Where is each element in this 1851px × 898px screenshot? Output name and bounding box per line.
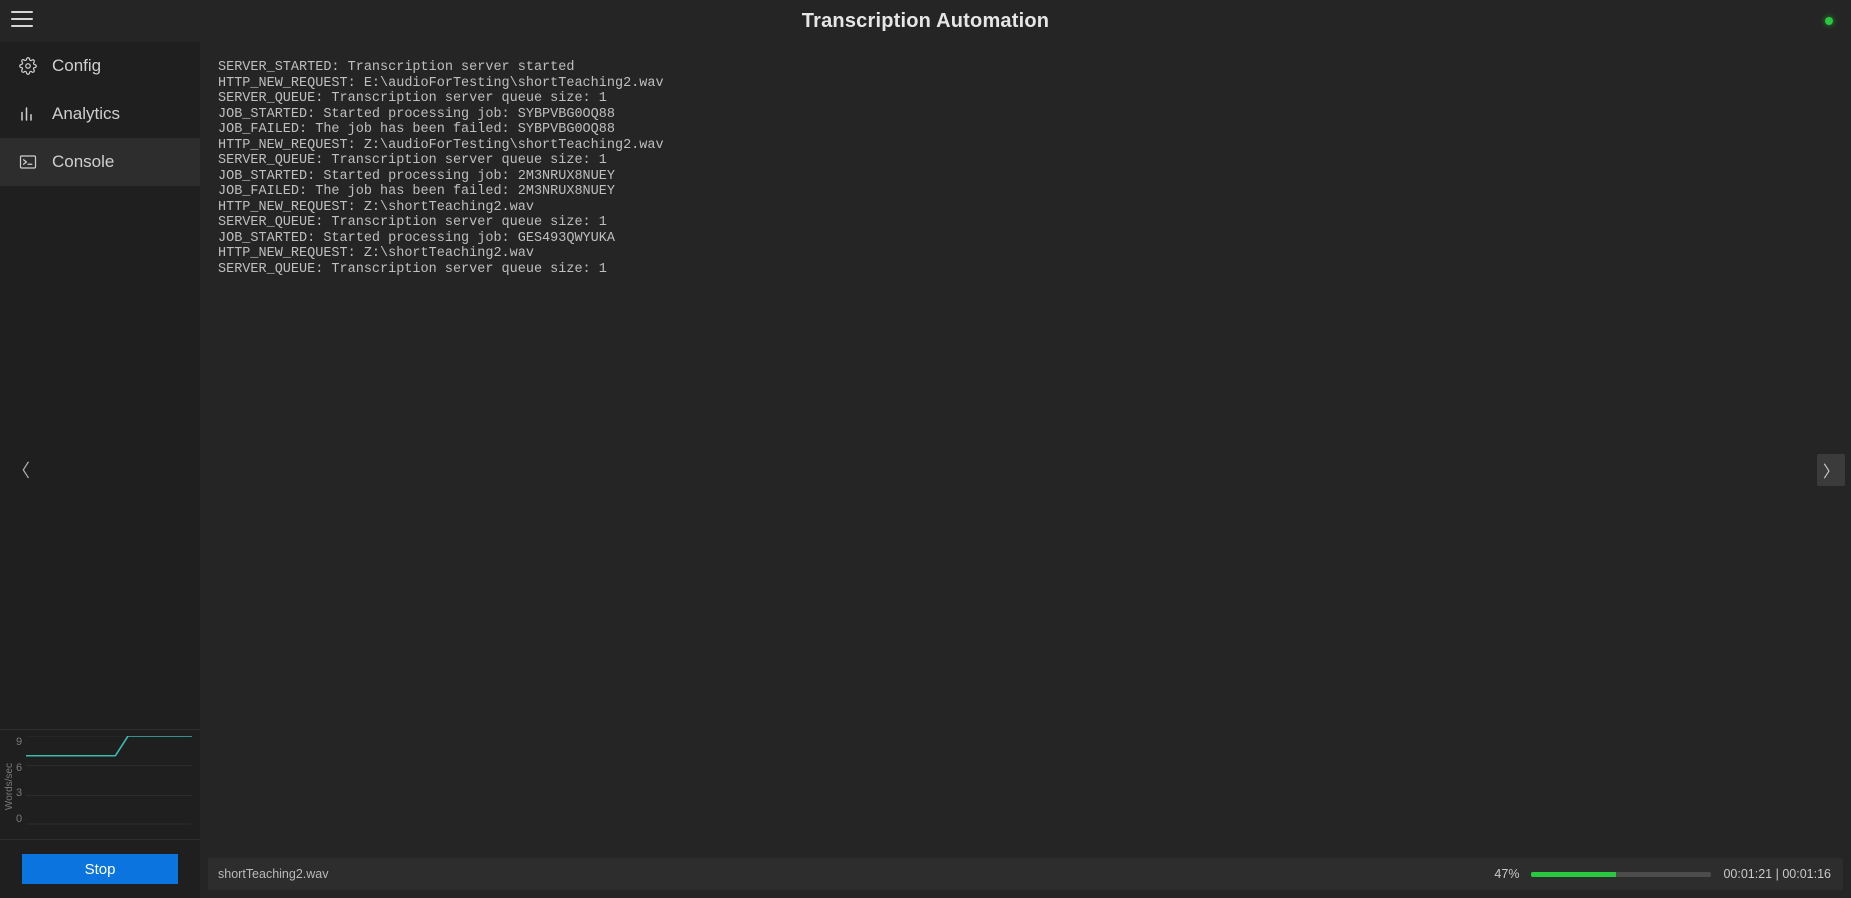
status-dot-icon [1825, 17, 1833, 25]
gear-icon [18, 56, 38, 76]
progress-bar: shortTeaching2.wav 47% 00:01:21 | 00:01:… [208, 858, 1843, 890]
progress-time-label: 00:01:21 | 00:01:16 [1723, 867, 1831, 881]
main-panel: SERVER_STARTED: Transcription server sta… [200, 42, 1851, 898]
chart-tick: 3 [16, 787, 22, 799]
app-title: Transcription Automation [802, 10, 1049, 33]
progress-area: shortTeaching2.wav 47% 00:01:21 | 00:01:… [200, 850, 1851, 898]
chart-tick: 0 [16, 813, 22, 825]
progress-elapsed: 00:01:21 [1723, 867, 1772, 881]
body: Config Analytics [0, 42, 1851, 898]
chart-y-axis-label: Words/sec [2, 736, 16, 837]
sidebar-nav: Config Analytics [0, 42, 200, 186]
chevron-left-icon: 〈 [12, 457, 30, 483]
chart-tick: 9 [16, 736, 22, 748]
chevron-right-icon: 〉 [1823, 458, 1839, 482]
stop-button[interactable]: Stop [22, 854, 178, 884]
panel-expand-button[interactable]: 〉 [1817, 454, 1845, 486]
terminal-icon [18, 152, 38, 172]
sidebar: Config Analytics [0, 42, 200, 898]
progress-file-name: shortTeaching2.wav [218, 867, 328, 881]
progress-separator: | [1772, 867, 1782, 881]
sidebar-collapse-button[interactable]: 〈 [10, 452, 32, 488]
words-per-sec-chart: Words/sec 9 6 3 0 [0, 729, 200, 839]
sidebar-item-analytics[interactable]: Analytics [0, 90, 200, 138]
chart-y-ticks: 9 6 3 0 [16, 736, 26, 837]
header-bar: Transcription Automation [0, 0, 1851, 42]
sidebar-item-config[interactable]: Config [0, 42, 200, 90]
progress-remaining: 00:01:16 [1782, 867, 1831, 881]
sidebar-item-console[interactable]: Console [0, 138, 200, 186]
menu-icon [11, 11, 33, 32]
progress-percent-label: 47% [1494, 867, 1519, 881]
sidebar-item-label: Console [52, 152, 114, 172]
progress-fill [1531, 872, 1616, 877]
sidebar-footer: Stop [0, 839, 200, 898]
progress-track[interactable] [1531, 872, 1711, 877]
hamburger-button[interactable] [0, 0, 44, 42]
console-output[interactable]: SERVER_STARTED: Transcription server sta… [200, 42, 1851, 850]
sidebar-item-label: Analytics [52, 104, 120, 124]
chart-plot-area [26, 736, 194, 837]
chart-tick: 6 [16, 762, 22, 774]
bar-chart-icon [18, 104, 38, 124]
sidebar-item-label: Config [52, 56, 101, 76]
